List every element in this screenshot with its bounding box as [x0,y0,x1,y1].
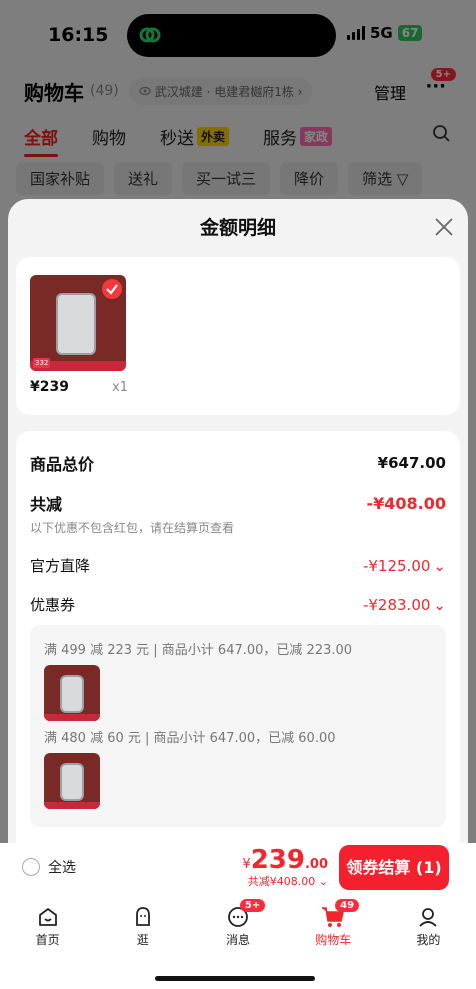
coupon-label: 优惠券 [30,596,76,614]
promo-strip [44,714,100,721]
saved-text: 共减¥408.00 [247,875,316,888]
coupon-product-thumbnail [44,665,100,721]
tab-bar: 首页 逛 5+ 消息 49 购物车 我的 [0,899,476,959]
tabbar-home[interactable]: 首页 [0,899,95,959]
currency-symbol: ¥ [242,857,251,872]
sheet-title: 金额明细 [199,217,276,239]
saved-amount[interactable]: 共减¥408.00 ⌄ [242,873,328,889]
discount-value: -¥408.00 [366,493,446,513]
amount-detail-sheet: 金额明细 332 ¥239 x1 商品总价 ¥647.00 共减 -¥408.0… [8,199,468,843]
messages-badge: 5+ [239,899,266,912]
promo-strip [44,802,100,809]
home-icon [38,908,57,926]
checkout-button[interactable]: 领券结算 (1) [339,845,449,890]
home-indicator [155,976,315,981]
coupon-detail-box: 满 499 减 223 元 | 商品小计 647.00，已减 223.00 满 … [30,625,446,827]
official-discount-row[interactable]: 官方直降 -¥125.00 ⌄ [30,555,446,576]
total-value: ¥647.00 [377,454,446,472]
coupon-value: -¥283.00 [362,595,431,614]
tabbar-cart[interactable]: 49 购物车 [286,899,381,959]
coupon-product-thumbnail [44,753,100,809]
product-card: 332 ¥239 x1 [16,257,460,415]
tabbar-label: 逛 [136,933,149,947]
total-decimal: .00 [304,857,328,872]
official-value: -¥125.00 [362,556,431,575]
discount-row: 共减 -¥408.00 [30,491,446,515]
cart-badge: 49 [335,899,360,912]
chevron-down-icon: ⌄ [433,595,446,614]
close-icon[interactable] [432,215,456,239]
chevron-down-icon: ⌄ [433,556,446,575]
total-integer: 239 [250,845,305,875]
product-thumbnail[interactable]: 332 [30,275,126,371]
chevron-down-icon: ⌄ [318,875,328,888]
browse-icon [135,907,150,926]
item-price: ¥239 [30,379,69,395]
tabbar-label: 消息 [226,933,251,947]
discount-note: 以下优惠不包含红包，请在结算页查看 [30,521,235,535]
tabbar-label: 我的 [416,933,441,947]
radio-icon [22,858,40,876]
tabbar-me[interactable]: 我的 [381,899,476,959]
select-all-label: 全选 [48,860,76,876]
price-summary-card: 商品总价 ¥647.00 共减 -¥408.00 以下优惠不包含红包，请在结算页… [16,431,460,843]
tabbar-messages[interactable]: 5+ 消息 [190,899,285,959]
suitcase-image [56,293,96,355]
thumb-tag: 332 [33,358,51,368]
item-quantity: x1 [112,380,128,395]
coupon-detail-line: 满 499 减 223 元 | 商品小计 647.00，已减 223.00 [44,643,353,658]
profile-icon [419,908,438,927]
select-all-toggle[interactable]: 全选 [22,857,76,877]
tabbar-browse[interactable]: 逛 [95,899,190,959]
suitcase-image [60,763,84,801]
bottom-bar: 全选 ¥239.00 共减¥408.00 ⌄ 领券结算 (1) 首页 逛 5+ … [0,843,476,989]
tabbar-label: 首页 [35,933,60,947]
coupon-value-wrap: -¥283.00 ⌄ [363,596,446,614]
tabbar-label: 购物车 [315,933,352,947]
official-value-wrap: -¥125.00 ⌄ [363,557,446,575]
total-label: 商品总价 [30,455,95,474]
coupon-row[interactable]: 优惠券 -¥283.00 ⌄ [30,594,446,615]
discount-label: 共减 [30,495,63,514]
total-row: 商品总价 ¥647.00 [30,451,446,475]
official-label: 官方直降 [30,557,91,575]
coupon-detail-line: 满 480 减 60 元 | 商品小计 647.00，已减 60.00 [44,731,336,746]
suitcase-image [60,675,84,713]
selected-check-icon[interactable] [102,279,122,299]
total-price: ¥239.00 共减¥408.00 ⌄ [242,845,328,889]
